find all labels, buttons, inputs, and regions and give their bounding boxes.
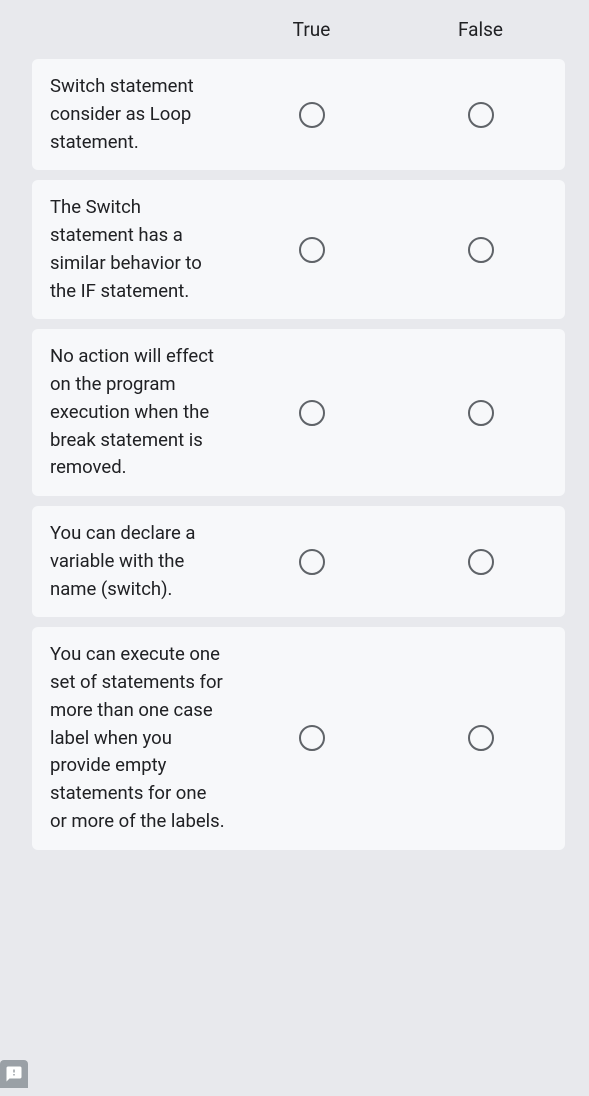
radio-cell-true <box>227 549 396 575</box>
radio-true[interactable] <box>299 549 325 575</box>
radio-cell-false <box>396 102 565 128</box>
question-row: Switch statement consider as Loop statem… <box>32 59 565 170</box>
radio-true[interactable] <box>299 237 325 263</box>
question-row: No action will effect on the program exe… <box>32 329 565 496</box>
radio-cell-true <box>227 400 396 426</box>
radio-cell-false <box>396 237 565 263</box>
radio-cell-true <box>227 725 396 751</box>
radio-false[interactable] <box>468 400 494 426</box>
question-row: You can declare a variable with the name… <box>32 506 565 617</box>
question-text: You can execute one set of statements fo… <box>50 641 227 835</box>
radio-cell-false <box>396 400 565 426</box>
radio-true[interactable] <box>299 400 325 426</box>
question-row: You can execute one set of statements fo… <box>32 627 565 849</box>
radio-cell-true <box>227 237 396 263</box>
question-text: The Switch statement has a similar behav… <box>50 194 227 305</box>
feedback-icon <box>5 1065 23 1083</box>
question-text: No action will effect on the program exe… <box>50 343 227 482</box>
header-false: False <box>396 18 565 41</box>
quiz-grid: True False Switch statement consider as … <box>0 0 589 850</box>
radio-false[interactable] <box>468 549 494 575</box>
radio-false[interactable] <box>468 237 494 263</box>
radio-false[interactable] <box>468 102 494 128</box>
question-text: Switch statement consider as Loop statem… <box>50 73 227 156</box>
question-text: You can declare a variable with the name… <box>50 520 227 603</box>
header-true: True <box>227 18 396 41</box>
radio-true[interactable] <box>299 102 325 128</box>
radio-false[interactable] <box>468 725 494 751</box>
question-row: The Switch statement has a similar behav… <box>32 180 565 319</box>
radio-cell-false <box>396 549 565 575</box>
column-headers: True False <box>32 0 565 59</box>
feedback-button[interactable] <box>0 1060 28 1088</box>
radio-cell-true <box>227 102 396 128</box>
radio-true[interactable] <box>299 725 325 751</box>
radio-cell-false <box>396 725 565 751</box>
